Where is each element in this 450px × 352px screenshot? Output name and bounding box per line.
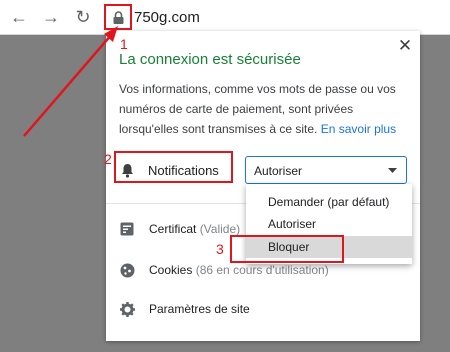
annotation-arrow xyxy=(23,26,118,137)
